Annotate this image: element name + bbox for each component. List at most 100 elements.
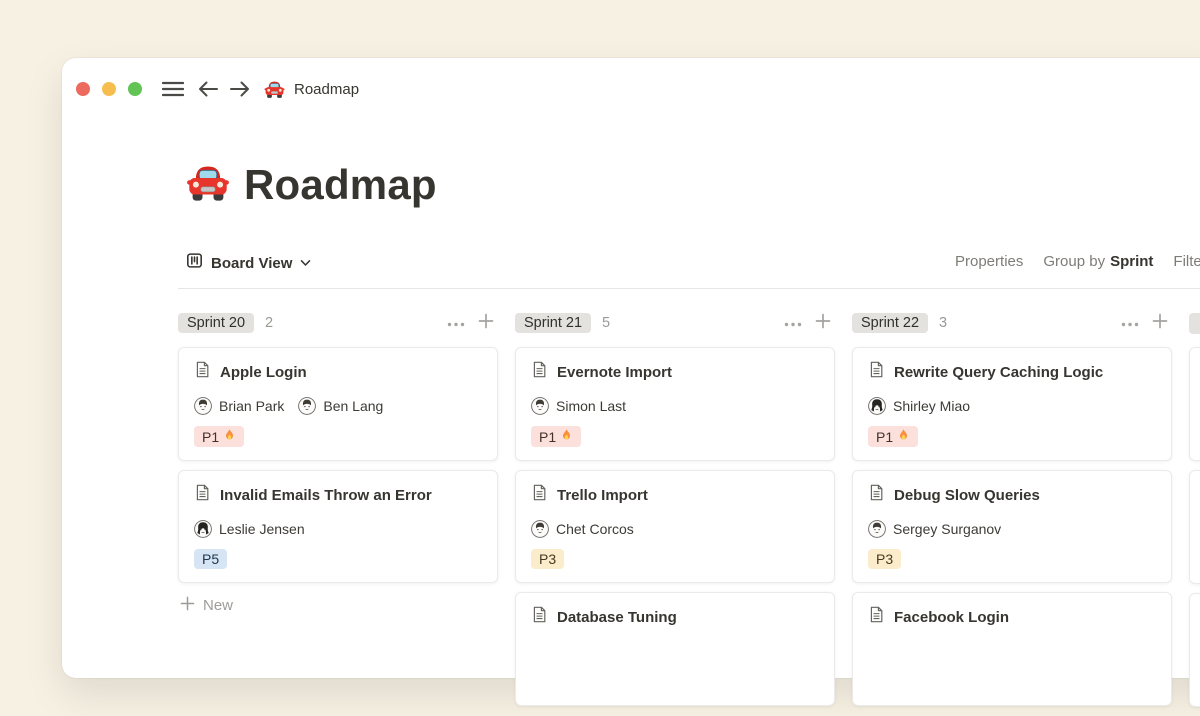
column-header: Sprint 20 2 [178,310,498,336]
page-title: Roadmap [244,164,437,206]
traffic-light-close-icon[interactable] [76,82,90,96]
page-icon [531,361,548,383]
avatar-icon [194,397,212,415]
card-assignees: Chet Corcos [531,520,819,538]
toolbar-divider [178,288,1200,289]
page-icon [194,361,211,383]
card-title: Debug Slow Queries [894,487,1040,504]
card-title: Facebook Login [894,609,1009,626]
column-group-pill[interactable]: Sprint 20 [178,313,254,333]
column-more-icon[interactable] [784,314,802,332]
chevron-down-icon [300,254,311,272]
group-by-button[interactable]: Group bySprint [1043,253,1153,270]
card-assignees: Brian Park Ben Lang [194,397,482,415]
avatar-icon [531,520,549,538]
card-assignees: Leslie Jensen [194,520,482,538]
column-header: Sprint 21 5 [515,310,835,336]
filter-button[interactable]: Filter [1173,253,1200,270]
board-column-sprint-20: Sprint 20 2 Apple Login [178,310,498,716]
board-column-sprint-21: Sprint 21 5 Evernote Import [515,310,835,716]
card-title: Trello Import [557,487,648,504]
column-more-icon[interactable] [1121,314,1139,332]
board-column-sprint-22: Sprint 22 3 Rewrite Query Caching Logic [852,310,1172,716]
assignee-name: Simon Last [556,398,626,414]
avatar-icon [868,520,886,538]
card-evernote-import[interactable]: Evernote Import Simon Last P1 [515,347,835,461]
column-add-icon[interactable] [1152,313,1168,334]
column-more-icon[interactable] [447,314,465,332]
priority-tag: P3 [531,549,564,569]
card-title: Invalid Emails Throw an Error [220,487,432,504]
card-assignees: Shirley Miao [868,397,1156,415]
page-icon [531,484,548,506]
hamburger-menu-icon[interactable] [162,81,184,97]
assignee-name: Leslie Jensen [219,521,305,537]
fire-icon [223,428,236,445]
assignee-name: Shirley Miao [893,398,970,414]
priority-tag: P1 [194,426,244,447]
page-icon [868,606,885,628]
column-group-pill[interactable]: Sprint 22 [852,313,928,333]
view-label: Board View [211,255,292,272]
card-title: Rewrite Query Caching Logic [894,364,1103,381]
card-partial[interactable] [1189,593,1200,707]
card-partial[interactable] [1189,470,1200,584]
page-heading: Roadmap [186,160,1200,210]
column-header [1189,310,1200,336]
card-partial[interactable] [1189,347,1200,461]
card-facebook-login[interactable]: Facebook Login [852,592,1172,706]
column-add-icon[interactable] [815,313,831,334]
board-view-icon [186,252,203,274]
card-title: Evernote Import [557,364,672,381]
avatar-icon [194,520,212,538]
assignee-name: Brian Park [219,398,284,414]
plus-icon [180,596,195,615]
traffic-light-minimize-icon[interactable] [102,82,116,96]
card-title: Apple Login [220,364,307,381]
new-card-button[interactable]: New [178,592,498,619]
car-emoji-icon [264,79,285,100]
window-titlebar: Roadmap [62,58,1200,102]
card-title: Database Tuning [557,609,677,626]
card-assignees: Simon Last [531,397,819,415]
avatar-icon [531,397,549,415]
column-count: 3 [939,315,947,331]
view-toolbar: Board View Properties Group bySprint Fil… [186,252,1200,276]
assignee-name: Sergey Surganov [893,521,1001,537]
card-assignees: Sergey Surganov [868,520,1156,538]
page-emoji-car-icon [186,161,230,210]
column-count: 5 [602,315,610,331]
priority-tag: P3 [868,549,901,569]
card-database-tuning[interactable]: Database Tuning [515,592,835,706]
assignee-name: Chet Corcos [556,521,634,537]
breadcrumb-title: Roadmap [294,81,359,98]
priority-tag: P1 [531,426,581,447]
card-rewrite-query-caching[interactable]: Rewrite Query Caching Logic Shirley Miao… [852,347,1172,461]
board-column-partial [1189,310,1200,716]
column-count: 2 [265,315,273,331]
column-add-icon[interactable] [478,313,494,334]
page-icon [868,361,885,383]
traffic-light-zoom-icon[interactable] [128,82,142,96]
column-group-pill[interactable]: Sprint 21 [515,313,591,333]
app-window: Roadmap Roadmap [62,58,1200,678]
avatar-icon [298,397,316,415]
column-header: Sprint 22 3 [852,310,1172,336]
kanban-board: Sprint 20 2 Apple Login [178,310,1200,716]
column-group-pill[interactable] [1189,313,1200,334]
back-arrow-icon[interactable] [198,81,219,97]
card-invalid-emails[interactable]: Invalid Emails Throw an Error Leslie Jen… [178,470,498,583]
forward-arrow-icon[interactable] [229,81,250,97]
avatar-icon [868,397,886,415]
fire-icon [897,428,910,445]
priority-tag: P5 [194,549,227,569]
card-apple-login[interactable]: Apple Login Brian Park Ben Lang P1 [178,347,498,461]
page-icon [194,484,211,506]
priority-tag: P1 [868,426,918,447]
assignee-name: Ben Lang [323,398,383,414]
card-trello-import[interactable]: Trello Import Chet Corcos P3 [515,470,835,583]
page-icon [868,484,885,506]
fire-icon [560,428,573,445]
properties-button[interactable]: Properties [955,253,1023,270]
card-debug-slow-queries[interactable]: Debug Slow Queries Sergey Surganov P3 [852,470,1172,583]
